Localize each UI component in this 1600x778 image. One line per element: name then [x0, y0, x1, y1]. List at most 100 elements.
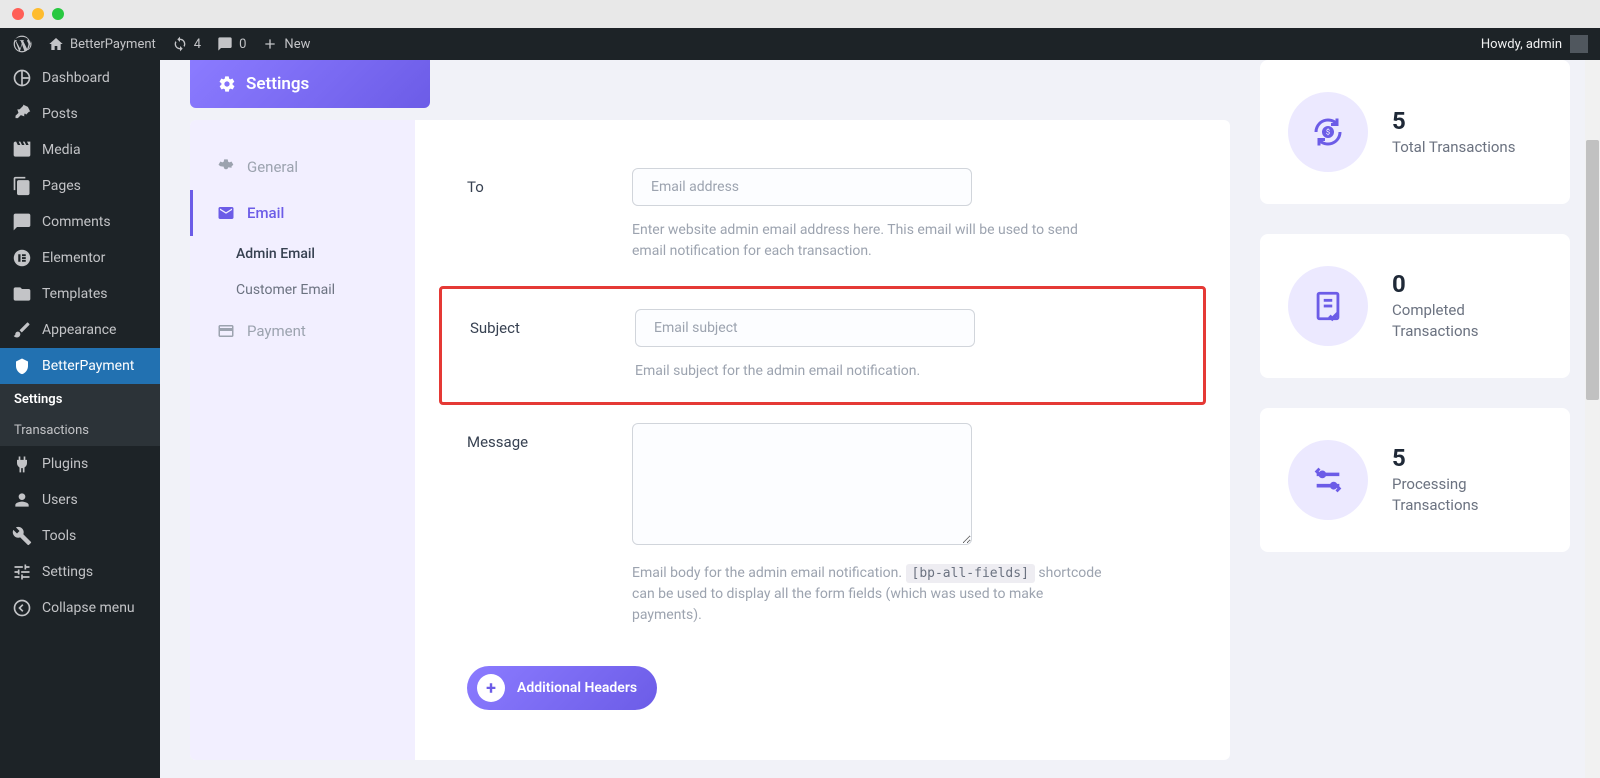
- comments-count: 0: [239, 37, 246, 52]
- wp-admin-sidebar: Dashboard Posts Media Pages Comments Ele…: [0, 60, 160, 778]
- gear-icon: [218, 75, 236, 93]
- menu-comments[interactable]: Comments: [0, 204, 160, 240]
- stat-value: 5: [1392, 107, 1515, 135]
- menu-label: Collapse menu: [42, 600, 135, 616]
- subject-input[interactable]: [635, 309, 975, 347]
- adminbar-site-name[interactable]: BetterPayment: [48, 36, 156, 52]
- settings-tabs: General Email Admin Email Customer Email…: [190, 120, 415, 760]
- tools-icon: [12, 526, 32, 546]
- adminbar-comments[interactable]: 0: [217, 36, 246, 52]
- message-help: Email body for the admin email notificat…: [632, 563, 1112, 626]
- adminbar-updates[interactable]: 4: [172, 36, 201, 52]
- tab-general[interactable]: General: [190, 144, 415, 190]
- stat-label: Completed Transactions: [1392, 300, 1542, 342]
- menu-dashboard[interactable]: Dashboard: [0, 60, 160, 96]
- menu-posts[interactable]: Posts: [0, 96, 160, 132]
- subtab-customer-email[interactable]: Customer Email: [236, 272, 415, 308]
- to-help: Enter website admin email address here. …: [632, 220, 1112, 262]
- new-label: New: [284, 37, 310, 52]
- tab-label: Email: [247, 204, 284, 222]
- subtab-admin-email[interactable]: Admin Email: [236, 236, 415, 272]
- settings-icon: [12, 562, 32, 582]
- stat-label: Total Transactions: [1392, 137, 1515, 158]
- message-textarea[interactable]: [632, 423, 972, 545]
- avatar: [1570, 35, 1588, 53]
- menu-users[interactable]: Users: [0, 482, 160, 518]
- stat-total-transactions: $ 5 Total Transactions: [1260, 60, 1570, 204]
- howdy-label: Howdy, admin: [1481, 37, 1562, 52]
- menu-label: Posts: [42, 106, 78, 122]
- envelope-icon: [217, 204, 235, 222]
- menu-label: Settings: [42, 564, 93, 580]
- submenu-transactions[interactable]: Transactions: [0, 415, 160, 446]
- tab-label: Payment: [247, 322, 306, 340]
- field-subject: Subject Email subject for the admin emai…: [439, 286, 1206, 405]
- menu-templates[interactable]: Templates: [0, 276, 160, 312]
- wp-adminbar: BetterPayment 4 0 New Howdy, admin: [0, 28, 1600, 60]
- home-icon: [48, 36, 64, 52]
- wp-logo[interactable]: [12, 34, 32, 54]
- comment-icon: [217, 36, 233, 52]
- adminbar-account[interactable]: Howdy, admin: [1481, 35, 1588, 53]
- transactions-icon: $: [1288, 92, 1368, 172]
- plugins-icon: [12, 454, 32, 474]
- message-label: Message: [467, 423, 602, 626]
- menu-label: Appearance: [42, 322, 116, 338]
- tab-payment[interactable]: Payment: [190, 308, 415, 354]
- field-message: Message Email body for the admin email n…: [439, 423, 1206, 626]
- menu-label: Media: [42, 142, 81, 158]
- gear-icon: [217, 158, 235, 176]
- menu-label: BetterPayment: [42, 358, 134, 374]
- menu-label: Templates: [42, 286, 108, 302]
- menu-tools[interactable]: Tools: [0, 518, 160, 554]
- menu-collapse[interactable]: Collapse menu: [0, 590, 160, 626]
- comments-icon: [12, 212, 32, 232]
- menu-label: Plugins: [42, 456, 88, 472]
- menu-label: Tools: [42, 528, 76, 544]
- scrollbar-thumb[interactable]: [1586, 140, 1599, 400]
- subject-label: Subject: [470, 309, 605, 382]
- stat-value: 5: [1392, 444, 1542, 472]
- plus-icon: +: [477, 674, 505, 702]
- plus-icon: [262, 36, 278, 52]
- svg-text:$: $: [1326, 127, 1330, 136]
- mac-maximize-button[interactable]: [52, 8, 64, 20]
- sliders-icon: [1288, 440, 1368, 520]
- adminbar-new[interactable]: New: [262, 36, 310, 52]
- menu-label: Users: [42, 492, 78, 508]
- to-input[interactable]: [632, 168, 972, 206]
- tab-label: General: [247, 158, 298, 176]
- stat-processing-transactions: 5 Processing Transactions: [1260, 408, 1570, 552]
- mac-minimize-button[interactable]: [32, 8, 44, 20]
- additional-headers-label: Additional Headers: [517, 680, 637, 696]
- menu-betterpayment[interactable]: BetterPayment: [0, 348, 160, 384]
- appearance-icon: [12, 320, 32, 340]
- stat-completed-transactions: 0 Completed Transactions: [1260, 234, 1570, 378]
- menu-label: Dashboard: [42, 70, 110, 86]
- menu-media[interactable]: Media: [0, 132, 160, 168]
- elementor-icon: [12, 248, 32, 268]
- scrollbar[interactable]: [1585, 60, 1600, 778]
- menu-elementor[interactable]: Elementor: [0, 240, 160, 276]
- media-icon: [12, 140, 32, 160]
- stat-value: 0: [1392, 270, 1542, 298]
- tab-email[interactable]: Email: [190, 190, 415, 236]
- additional-headers-button[interactable]: + Additional Headers: [467, 666, 657, 710]
- pin-icon: [12, 104, 32, 124]
- document-check-icon: [1288, 266, 1368, 346]
- page-header: Settings: [190, 60, 430, 108]
- wordpress-icon: [12, 34, 32, 54]
- menu-label: Elementor: [42, 250, 105, 266]
- mac-close-button[interactable]: [12, 8, 24, 20]
- page-icon: [12, 176, 32, 196]
- stats-sidebar: $ 5 Total Transactions 0 Completed Trans…: [1260, 60, 1570, 778]
- menu-appearance[interactable]: Appearance: [0, 312, 160, 348]
- refresh-icon: [172, 36, 188, 52]
- submenu-settings[interactable]: Settings: [0, 384, 160, 415]
- menu-label: Comments: [42, 214, 111, 230]
- menu-pages[interactable]: Pages: [0, 168, 160, 204]
- to-label: To: [467, 168, 602, 262]
- menu-settings[interactable]: Settings: [0, 554, 160, 590]
- menu-plugins[interactable]: Plugins: [0, 446, 160, 482]
- collapse-icon: [12, 598, 32, 618]
